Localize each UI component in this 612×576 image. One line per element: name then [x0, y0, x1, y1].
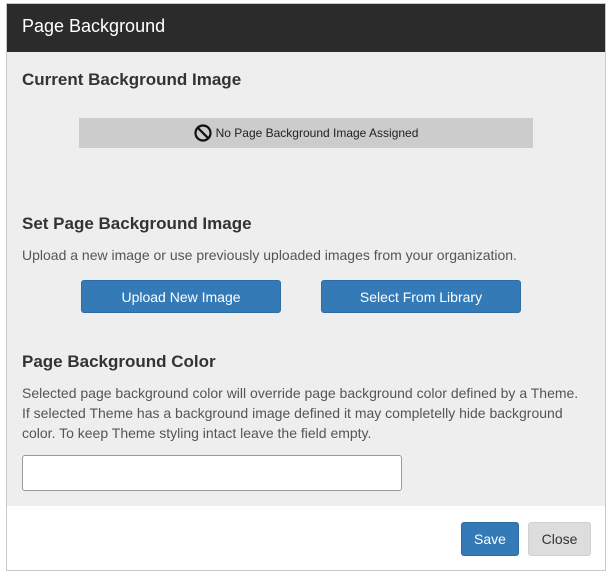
select-from-library-button[interactable]: Select From Library	[321, 280, 521, 313]
set-image-description: Upload a new image or use previously upl…	[22, 247, 517, 263]
dialog-titlebar: Page Background	[7, 4, 605, 52]
upload-new-image-button[interactable]: Upload New Image	[81, 280, 281, 313]
no-image-status: No Page Background Image Assigned	[79, 118, 533, 148]
bg-color-input[interactable]	[22, 455, 402, 491]
current-image-heading: Current Background Image	[22, 70, 242, 89]
close-button[interactable]: Close	[528, 522, 591, 556]
bg-color-heading: Page Background Color	[22, 352, 216, 371]
prohibited-icon	[193, 124, 212, 142]
page-background-dialog: Page Background Current Background Image…	[6, 3, 606, 571]
save-button[interactable]: Save	[461, 522, 519, 556]
bg-color-description-line2: If selected Theme has a background image…	[22, 405, 563, 421]
no-image-status-text: No Page Background Image Assigned	[215, 126, 419, 140]
bg-color-description-line1: Selected page background color will over…	[22, 385, 579, 401]
bg-color-description-line3: color. To keep Theme styling intact leav…	[22, 425, 372, 441]
dialog-footer: Save Close	[7, 506, 605, 570]
dialog-title: Page Background	[22, 16, 166, 36]
dialog-body: Current Background Image No Page Backgro…	[7, 52, 605, 506]
set-image-heading: Set Page Background Image	[22, 214, 252, 233]
